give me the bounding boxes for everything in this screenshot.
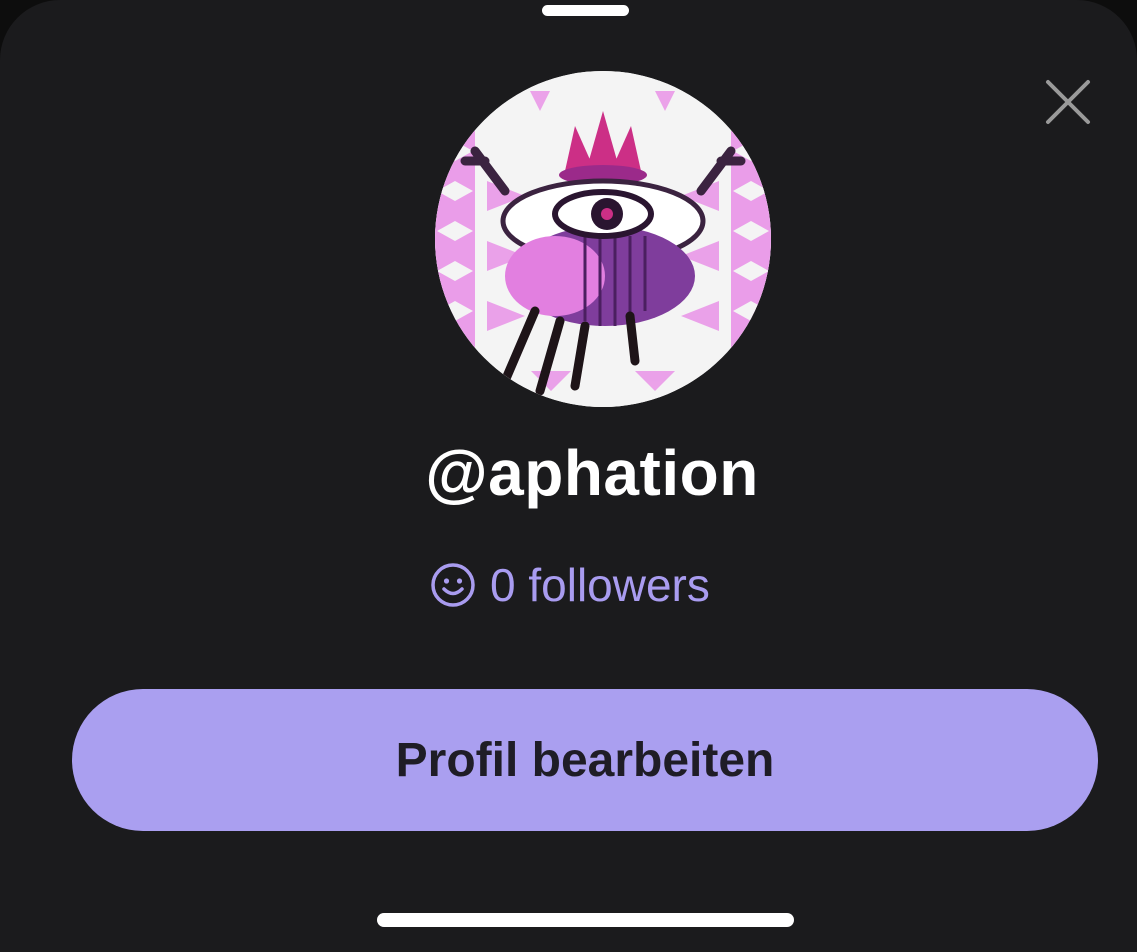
profile-sheet: @aphation 0 followers Profil bearbeiten — [0, 0, 1137, 952]
edit-profile-button[interactable]: Profil bearbeiten — [72, 689, 1098, 831]
home-indicator — [377, 913, 794, 927]
avatar[interactable] — [435, 71, 771, 407]
smiley-icon — [431, 563, 475, 607]
close-icon — [1046, 80, 1090, 124]
username: @aphation — [425, 437, 759, 509]
creature-avatar-icon — [435, 71, 771, 407]
followers-count[interactable]: 0 followers — [430, 558, 710, 612]
close-button[interactable] — [1040, 74, 1096, 130]
followers-label: 0 followers — [490, 559, 710, 611]
sheet-grabber[interactable] — [542, 5, 629, 16]
